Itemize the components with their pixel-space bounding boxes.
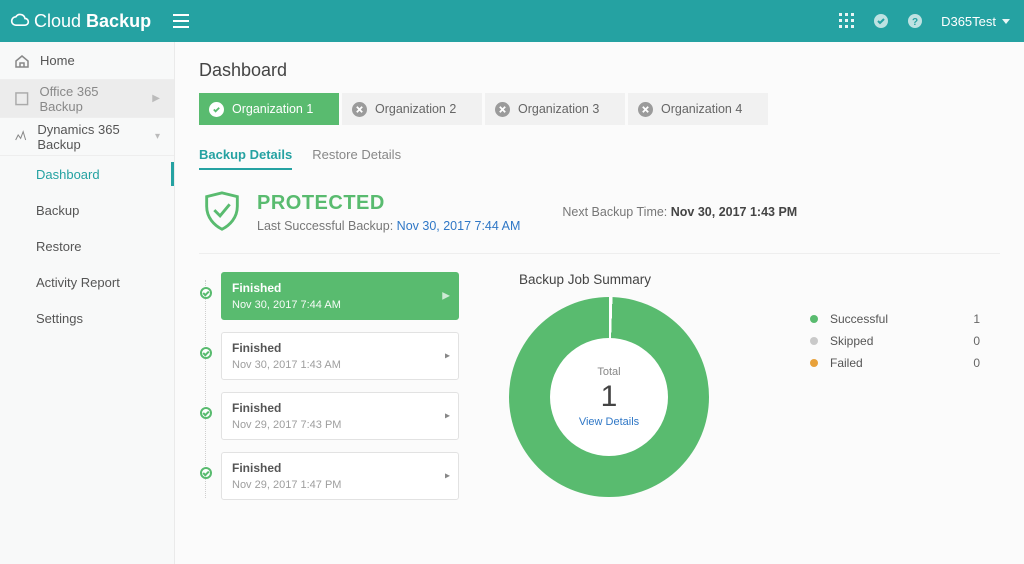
main-content: Dashboard Organization 1 Organization 2 … [175,42,1024,564]
chevron-right-icon: ▶ [152,93,160,104]
nav-sub-activity-report[interactable]: Activity Report [0,264,174,300]
chart-legend: Successful 1 Skipped 0 Failed 0 [810,312,980,378]
topbar-right: ? D365Test [839,13,1010,29]
chevron-right-icon: ▸ [445,471,450,482]
nav-sub-restore[interactable]: Restore [0,228,174,264]
check-circle-icon [200,407,212,419]
nav-dynamics365-backup[interactable]: Dynamics 365 Backup ▾ [0,118,174,156]
nav-sub-settings[interactable]: Settings [0,300,174,336]
x-icon [638,102,653,117]
nav-sub-backup[interactable]: Backup [0,192,174,228]
office-icon [14,91,30,107]
detail-subtabs: Backup Details Restore Details [199,147,1000,171]
product-logo[interactable]: Cloud Backup [10,11,151,32]
summary-title: Backup Job Summary [519,272,1000,287]
backup-job-summary: Backup Job Summary Total 1 View Details … [489,272,1000,512]
user-menu[interactable]: D365Test [941,14,1010,29]
dot-icon [810,337,818,345]
tab-organization-1[interactable]: Organization 1 [199,93,339,125]
protected-title: PROTECTED [257,192,520,215]
subtab-backup-details[interactable]: Backup Details [199,147,292,170]
total-value: 1 [601,380,618,414]
help-icon[interactable]: ? [907,13,923,29]
dot-icon [810,359,818,367]
tab-organization-2[interactable]: Organization 2 [342,93,482,125]
next-backup-line: Next Backup Time: Nov 30, 2017 1:43 PM [562,205,797,219]
sidebar: Home Office 365 Backup ▶ Dynamics 365 Ba… [0,42,175,564]
topbar: Cloud Backup ? D365Test [0,0,1024,42]
tab-organization-3[interactable]: Organization 3 [485,93,625,125]
total-label: Total [597,366,620,378]
next-backup-time: Nov 30, 2017 1:43 PM [671,205,797,219]
cloud-icon [10,11,30,31]
protection-status: PROTECTED Last Successful Backup: Nov 30… [199,181,1000,254]
chevron-right-icon: ▸ [445,411,450,422]
chevron-right-icon: ▸ [445,351,450,362]
backup-timeline: Finished Nov 30, 2017 7:44 AM ▶ Finished… [199,272,459,512]
page-title: Dashboard [199,42,1000,93]
timeline-item[interactable]: Finished Nov 30, 2017 1:43 AM ▸ [221,332,459,380]
chevron-down-icon: ▾ [155,131,160,142]
user-name: D365Test [941,14,996,29]
shield-check-icon [209,102,224,117]
status-icon[interactable] [873,13,889,29]
apps-icon[interactable] [839,13,855,29]
legend-successful: Successful 1 [810,312,980,326]
check-circle-icon [200,347,212,359]
tab-organization-4[interactable]: Organization 4 [628,93,768,125]
product-name: Cloud Backup [34,11,151,32]
x-icon [495,102,510,117]
menu-toggle-button[interactable] [173,14,189,28]
last-backup-line: Last Successful Backup: Nov 30, 2017 7:4… [257,219,520,233]
nav-label: Dynamics 365 Backup [37,122,145,152]
chevron-right-icon: ▶ [442,291,450,302]
check-circle-icon [200,467,212,479]
home-icon [14,53,30,69]
dot-icon [810,315,818,323]
nav-home[interactable]: Home [0,42,174,80]
timeline-item[interactable]: Finished Nov 30, 2017 7:44 AM ▶ [221,272,459,320]
x-icon [352,102,367,117]
last-backup-time[interactable]: Nov 30, 2017 7:44 AM [397,219,521,233]
check-circle-icon [200,287,212,299]
nav-label: Office 365 Backup [40,84,143,114]
timeline-item[interactable]: Finished Nov 29, 2017 7:43 PM ▸ [221,392,459,440]
donut-chart: Total 1 View Details [509,297,709,497]
shield-icon [199,189,245,235]
organization-tabs: Organization 1 Organization 2 Organizati… [199,93,1000,125]
svg-text:?: ? [912,17,918,28]
dynamics-icon [14,129,27,145]
legend-failed: Failed 0 [810,356,980,370]
view-details-link[interactable]: View Details [579,416,639,428]
nav-label: Home [40,53,75,68]
subtab-restore-details[interactable]: Restore Details [312,147,401,170]
nav-office365-backup[interactable]: Office 365 Backup ▶ [0,80,174,118]
legend-skipped: Skipped 0 [810,334,980,348]
timeline-item[interactable]: Finished Nov 29, 2017 1:47 PM ▸ [221,452,459,500]
caret-down-icon [1002,19,1010,24]
nav-sub-dashboard[interactable]: Dashboard [0,156,174,192]
